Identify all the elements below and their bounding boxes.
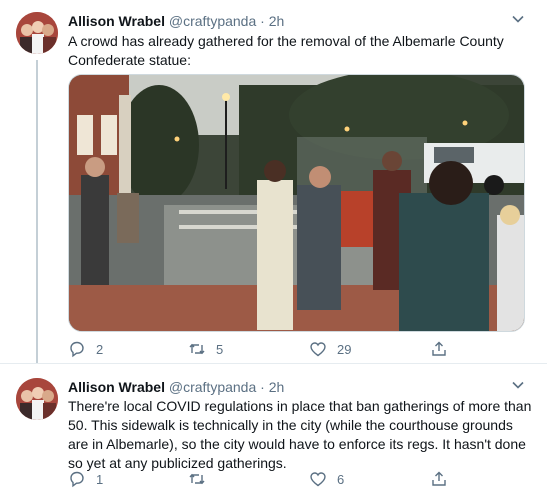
share-button[interactable] xyxy=(430,340,458,358)
like-icon xyxy=(310,342,326,357)
tweet-actions: 1 6 xyxy=(68,470,508,490)
like-button[interactable]: 6 xyxy=(309,470,344,488)
retweet-button[interactable] xyxy=(188,470,216,488)
tweet-actions: 2 5 29 xyxy=(68,340,508,360)
separator-dot: · xyxy=(260,13,265,29)
tweet-header: Allison Wrabel @craftypanda · 2h xyxy=(68,378,284,396)
reply-count: 1 xyxy=(96,471,104,487)
retweet-icon xyxy=(189,473,205,485)
tweet-text: There're local COVID regulations in plac… xyxy=(68,398,532,471)
like-count: 29 xyxy=(337,341,352,357)
avatar[interactable] xyxy=(16,12,58,54)
reply-count: 2 xyxy=(96,341,104,357)
chevron-down-icon[interactable] xyxy=(511,12,525,26)
tweet-text: A crowd has already gathered for the rem… xyxy=(68,33,504,68)
tweet[interactable]: Allison Wrabel @craftypanda · 2h A crowd… xyxy=(0,0,547,362)
retweet-button[interactable]: 5 xyxy=(188,340,223,358)
chevron-down-icon[interactable] xyxy=(511,378,525,392)
author-handle[interactable]: @craftypanda xyxy=(169,13,256,29)
tweet[interactable]: Allison Wrabel @craftypanda · 2h There'r… xyxy=(0,366,547,496)
timestamp[interactable]: 2h xyxy=(269,13,285,29)
share-icon xyxy=(432,471,446,486)
reply-button[interactable]: 2 xyxy=(68,340,103,358)
tweet-header: Allison Wrabel @craftypanda · 2h xyxy=(68,12,284,30)
tweet-divider xyxy=(0,363,547,364)
reply-button[interactable]: 1 xyxy=(68,470,103,488)
author-name[interactable]: Allison Wrabel xyxy=(68,13,165,29)
like-count: 6 xyxy=(337,471,345,487)
share-icon xyxy=(432,341,446,356)
like-button[interactable]: 29 xyxy=(309,340,351,358)
avatar[interactable] xyxy=(16,378,58,420)
share-button[interactable] xyxy=(430,470,458,488)
separator-dot: · xyxy=(260,379,265,395)
reply-icon xyxy=(70,471,84,488)
author-name[interactable]: Allison Wrabel xyxy=(68,379,165,395)
retweet-count: 5 xyxy=(216,341,224,357)
tweet-photo[interactable] xyxy=(68,74,525,332)
reply-icon xyxy=(70,341,84,358)
timestamp[interactable]: 2h xyxy=(269,379,285,395)
retweet-icon xyxy=(189,343,205,355)
author-handle[interactable]: @craftypanda xyxy=(169,379,256,395)
like-icon xyxy=(310,472,326,487)
